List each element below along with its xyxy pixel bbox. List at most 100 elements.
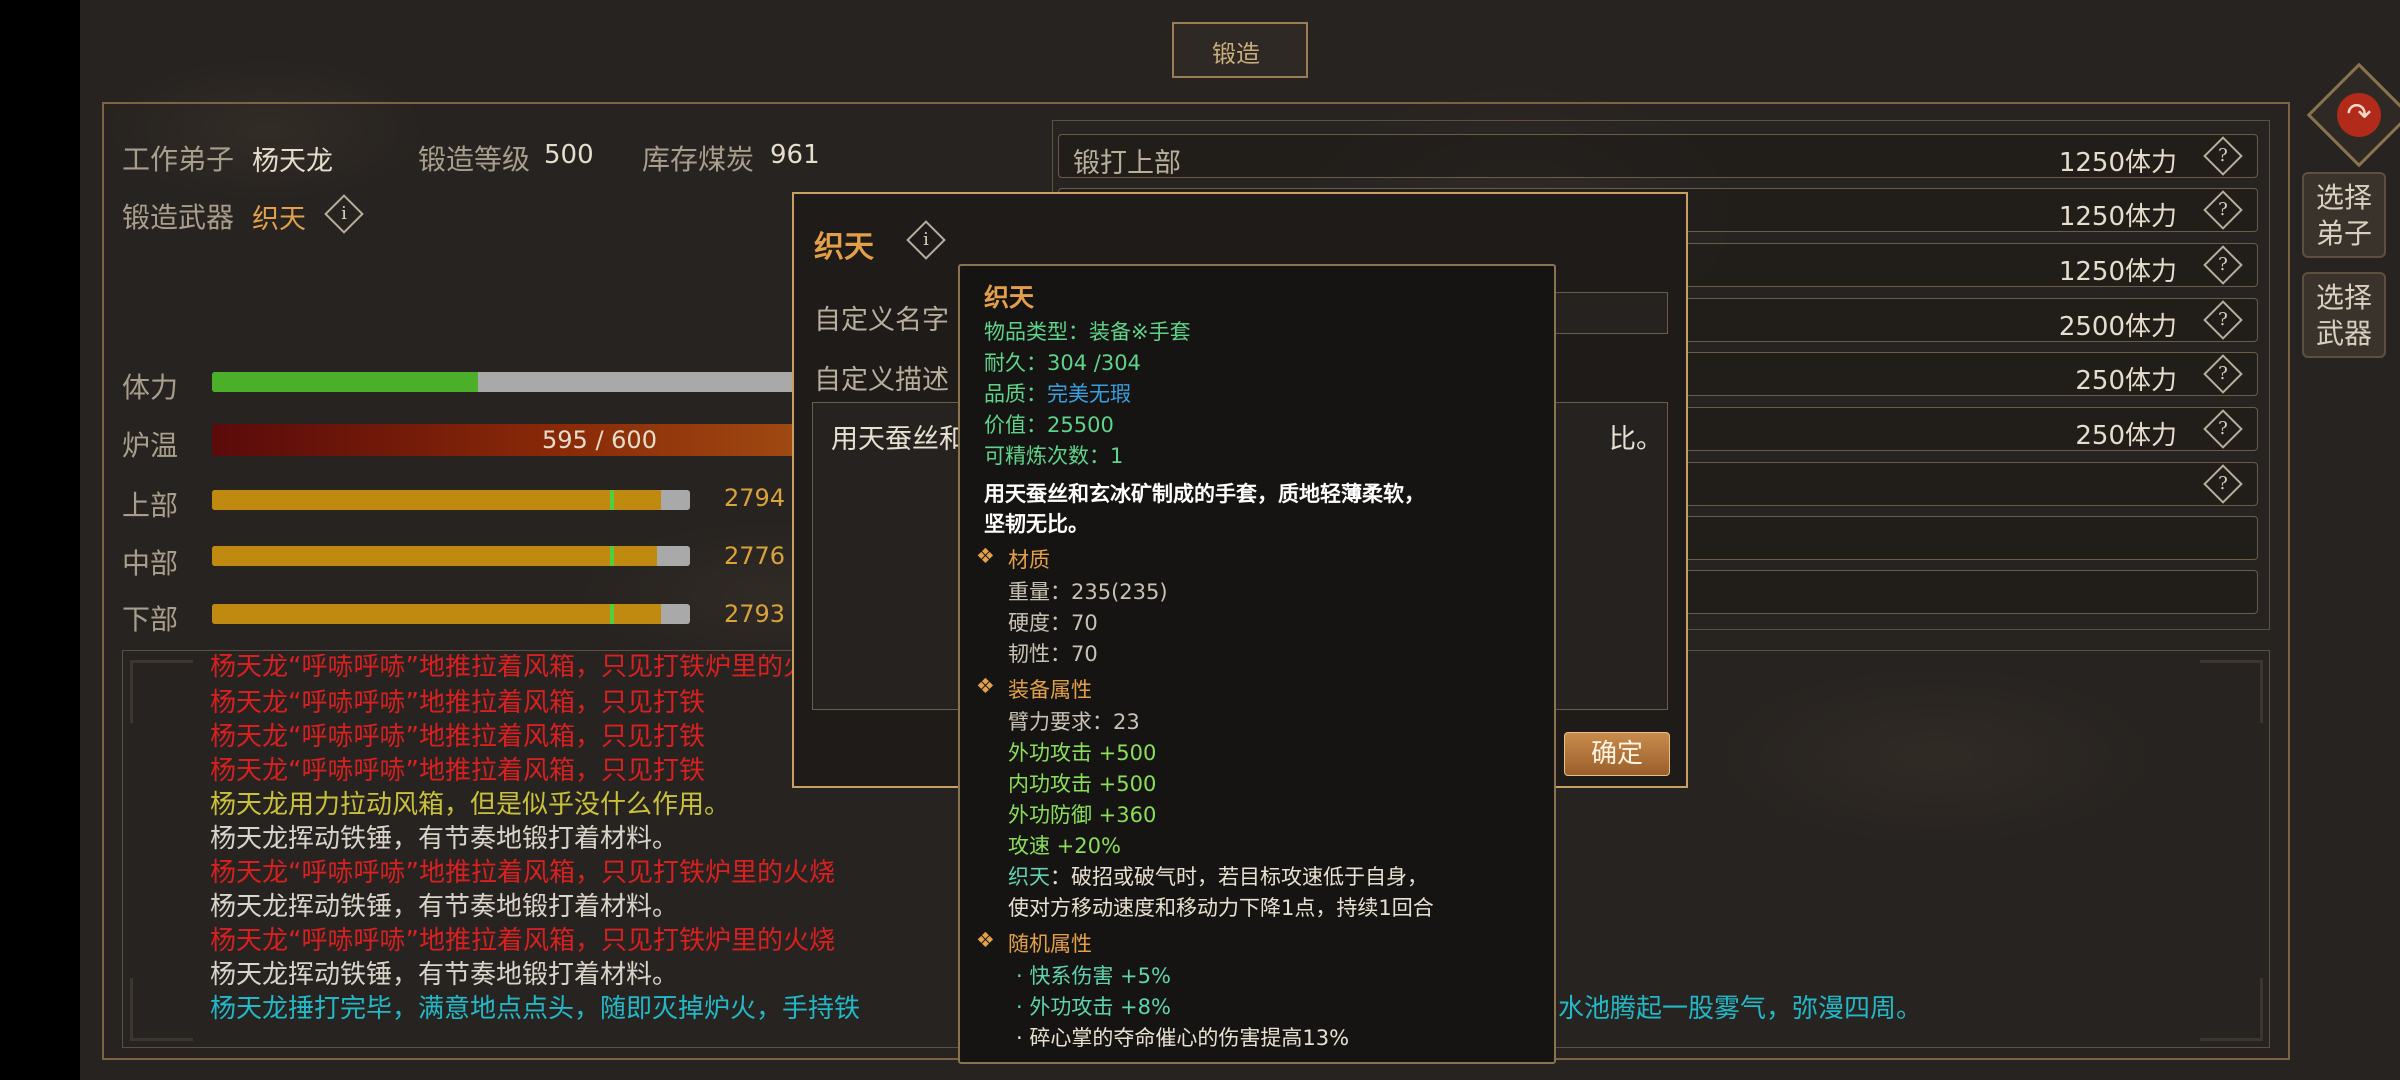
middle-bar-fill xyxy=(212,546,657,566)
log-line: 杨天龙“呼哧呼哧”地推拉着风箱，只见打铁 xyxy=(210,722,705,752)
diamond-bullet-icon: ❖ xyxy=(976,674,995,698)
item-tooltip: 织天 物品类型：装备※手套 耐久：304 /304 品质：完美无瑕 价值：255… xyxy=(958,264,1556,1064)
select-disciple-button[interactable]: 选择弟子 xyxy=(2302,172,2386,258)
hardness: 硬度：70 xyxy=(1008,611,1098,635)
middle-value: 2776 xyxy=(724,542,786,570)
recipe-help-icon[interactable]: ? xyxy=(2203,409,2243,449)
recipe-cost: 250体力 xyxy=(2075,421,2177,451)
dialog-info-icon[interactable]: i xyxy=(906,220,946,260)
recipe-cost: 1250体力 xyxy=(2058,257,2177,287)
log-line: 杨天龙挥动铁锤，有节奏地锻打着材料。 xyxy=(210,960,679,990)
random-attr-1: · 快系伤害 +5% xyxy=(1016,964,1171,988)
worker-label: 工作弟子 xyxy=(122,143,235,176)
log-line: 杨天龙挥动铁锤，有节奏地锻打着材料。 xyxy=(210,824,679,854)
recipe-name: 锻打上部 xyxy=(1073,148,1181,179)
item-refine: 可精炼次数：1 xyxy=(984,440,1123,470)
item-durability: 耐久：304 /304 xyxy=(984,347,1141,377)
log-line: 杨天龙“呼哧呼哧”地推拉着风箱，只见打铁 xyxy=(210,688,705,718)
upper-label: 上部 xyxy=(122,489,179,522)
page-title: 锻造 xyxy=(1212,40,1260,68)
special-effect-line2: 使对方移动速度和移动力下降1点，持续1回合 xyxy=(1008,896,1434,920)
item-type: 物品类型：装备※手套 xyxy=(984,316,1191,346)
item-quality: 品质：完美无瑕 xyxy=(984,378,1131,408)
confirm-button[interactable]: 确定 xyxy=(1564,732,1670,776)
furnace-label: 炉温 xyxy=(122,429,179,462)
recipe-cost: 250体力 xyxy=(2075,366,2177,396)
lower-label: 下部 xyxy=(122,603,179,636)
desc-text-tail: 比。 xyxy=(1609,424,1663,455)
item-desc-line2: 坚韧无比。 xyxy=(984,512,1089,536)
quality-label: 品质： xyxy=(984,382,1047,406)
inner-attack: 内功攻击 +500 xyxy=(1008,772,1157,796)
log-line: 杨天龙“呼哧呼哧”地推拉着风箱，只见打铁炉里的火 xyxy=(210,654,809,682)
refine-value: 1 xyxy=(1110,444,1124,468)
recipe-help-icon[interactable]: ? xyxy=(2203,190,2243,230)
select-weapon-button[interactable]: 选择武器 xyxy=(2302,272,2386,358)
upper-target-marker xyxy=(610,490,614,510)
item-type-value: 装备※手套 xyxy=(1089,320,1191,344)
lower-target-marker xyxy=(610,604,614,624)
outer-defense: 外功防御 +360 xyxy=(1008,803,1157,827)
quality-value: 完美无瑕 xyxy=(1047,382,1131,406)
log-line: 杨天龙“呼哧呼哧”地推拉着风箱，只见打铁 xyxy=(210,756,705,786)
diamond-bullet-icon: ❖ xyxy=(976,928,995,952)
upper-bar xyxy=(212,490,690,510)
recipe-help-icon[interactable]: ? xyxy=(2203,300,2243,340)
log-line: 杨天龙“呼哧呼哧”地推拉着风箱，只见打铁炉里的火烧 xyxy=(210,926,835,956)
dialog-title: 织天 xyxy=(814,230,874,265)
special-text: ：破招或破气时，若目标攻速低于自身， xyxy=(1050,865,1428,889)
level-label: 锻造等级 xyxy=(418,143,531,176)
level-value: 500 xyxy=(544,140,594,170)
stamina-bar-fill xyxy=(212,372,478,392)
random-attr-3: · 碎心掌的夺命催心的伤害提高13% xyxy=(1016,1026,1350,1050)
recipe-cost: 1250体力 xyxy=(2058,202,2177,232)
item-price: 价值：25500 xyxy=(984,409,1114,439)
log-line: 杨天龙用力拉动风箱，但是似乎没什么作用。 xyxy=(210,790,731,820)
diamond-bullet-icon: ❖ xyxy=(976,544,995,568)
durability-label: 耐久： xyxy=(984,351,1047,375)
coal-label: 库存煤炭 xyxy=(642,143,755,176)
upper-bar-fill xyxy=(212,490,662,510)
arm-requirement: 臂力要求：23 xyxy=(1008,710,1140,734)
furnace-bar: 595 / 600 xyxy=(212,424,802,456)
worker-value: 杨天龙 xyxy=(252,146,333,177)
recipe-cost: 2500体力 xyxy=(2058,312,2177,342)
outer-attack: 外功攻击 +500 xyxy=(1008,741,1157,765)
recipe-help-icon[interactable]: ? xyxy=(2203,245,2243,285)
custom-desc-label: 自定义描述 xyxy=(814,365,949,396)
random-header: 随机属性 xyxy=(1008,932,1092,956)
lower-bar-fill xyxy=(212,604,662,624)
price-label: 价值： xyxy=(984,413,1047,437)
middle-target-marker xyxy=(610,546,614,566)
upper-value: 2794 xyxy=(724,484,786,512)
item-type-label: 物品类型： xyxy=(984,320,1089,344)
recipe-help-icon[interactable]: ? xyxy=(2203,136,2243,176)
recipe-row-1[interactable]: 锻打上部 1250体力? xyxy=(1058,134,2258,179)
middle-label: 中部 xyxy=(122,547,179,580)
stamina-bar xyxy=(212,372,802,392)
lower-value: 2793 xyxy=(724,600,786,628)
recipe-help-icon[interactable]: ? xyxy=(2203,354,2243,394)
log-line: 杨天龙挥动铁锤，有节奏地锻打着材料。 xyxy=(210,892,679,922)
recipe-help-icon[interactable]: ? xyxy=(2203,464,2243,504)
lower-bar xyxy=(212,604,690,624)
weapon-label: 锻造武器 xyxy=(122,201,235,234)
equip-header: 装备属性 xyxy=(1008,678,1092,702)
title-plaque: 锻造 xyxy=(1172,22,1308,78)
middle-bar xyxy=(212,546,690,566)
durability-value: 304 /304 xyxy=(1047,351,1141,375)
attack-speed: 攻速 +20% xyxy=(1008,834,1121,858)
furnace-value: 595 / 600 xyxy=(542,426,657,454)
custom-name-label: 自定义名字 xyxy=(814,305,949,336)
stamina-label: 体力 xyxy=(122,371,179,404)
refine-label: 可精炼次数： xyxy=(984,444,1110,468)
price-value: 25500 xyxy=(1047,413,1114,437)
desc-text: 用天蚕丝和 xyxy=(831,424,966,455)
log-line: 杨天龙捶打完毕，满意地点点头，随即灭掉炉火，手持铁 xyxy=(210,994,861,1024)
weapon-value: 织天 xyxy=(252,204,306,235)
log-line: 杨天龙“呼哧呼哧”地推拉着风箱，只见打铁炉里的火烧 xyxy=(210,858,835,888)
toughness: 韧性：70 xyxy=(1008,642,1098,666)
random-attr-2: · 外功攻击 +8% xyxy=(1016,995,1171,1019)
coal-value: 961 xyxy=(770,140,820,170)
item-name: 织天 xyxy=(984,283,1035,312)
